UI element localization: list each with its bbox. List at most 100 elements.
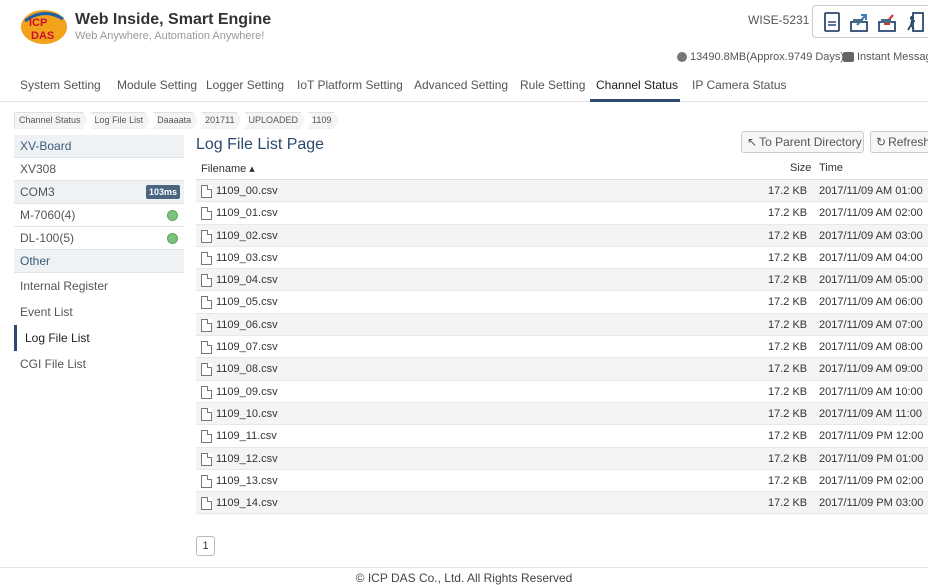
footer: © ICP DAS Co., Ltd. All Rights Reserved (0, 567, 928, 585)
crumb-daaaata[interactable]: Daaaata (153, 112, 198, 129)
file-icon (201, 229, 212, 243)
file-name-link[interactable]: 1109_09.csv (216, 386, 278, 398)
table-row[interactable]: 1109_08.csv 17.2 KB 2017/11/09 AM 09:00 (196, 358, 928, 381)
file-name-link[interactable]: 1109_11.csv (216, 430, 277, 442)
file-name-link[interactable]: 1109_12.csv (216, 453, 278, 465)
table-row[interactable]: 1109_01.csv 17.2 KB 2017/11/09 AM 02:00 (196, 202, 928, 225)
sidebar-item-label: Event List (20, 305, 73, 319)
table-row[interactable]: 1109_00.csv 17.2 KB 2017/11/09 AM 01:00 (196, 180, 928, 203)
file-time: 2017/11/09 AM 06:00 (819, 296, 923, 309)
file-icon (201, 452, 212, 466)
file-name-link[interactable]: 1109_05.csv (216, 296, 278, 308)
sidebar-item-dl100[interactable]: DL-100(5) (14, 227, 184, 250)
table-row[interactable]: 1109_14.csv 17.2 KB 2017/11/09 PM 03:00 (196, 492, 928, 515)
instant-message-link[interactable]: Instant Message (843, 51, 928, 63)
file-name-link[interactable]: 1109_13.csv (216, 475, 278, 487)
response-time-badge: 103ms (145, 185, 180, 199)
nav-logger-setting[interactable]: Logger Setting (206, 78, 284, 92)
nav-system-setting[interactable]: System Setting (20, 78, 101, 92)
nav-channel-status[interactable]: Channel Status (596, 78, 678, 92)
crumb-uploaded[interactable]: UPLOADED (244, 112, 305, 129)
file-size: 17.2 KB (768, 385, 808, 398)
file-time: 2017/11/09 PM 12:00 (819, 430, 924, 443)
status-online-icon (167, 210, 178, 221)
table-row[interactable]: 1109_07.csv 17.2 KB 2017/11/09 AM 08:00 (196, 336, 928, 359)
table-row[interactable]: 1109_04.csv 17.2 KB 2017/11/09 AM 05:00 (196, 269, 928, 292)
file-size: 17.2 KB (768, 452, 808, 465)
sidebar-item-label: Log File List (25, 331, 90, 345)
crumb-201711[interactable]: 201711 (201, 112, 241, 129)
nav-advanced-setting[interactable]: Advanced Setting (414, 78, 508, 92)
nav-rule-setting[interactable]: Rule Setting (520, 78, 585, 92)
file-name-link[interactable]: 1109_14.csv (216, 497, 278, 509)
table-row[interactable]: 1109_06.csv 17.2 KB 2017/11/09 AM 07:00 (196, 313, 928, 337)
file-name-link[interactable]: 1109_02.csv (216, 230, 278, 242)
file-icon (201, 407, 212, 421)
sidebar-item-xv308[interactable]: XV308 (14, 158, 184, 181)
table-row[interactable]: 1109_13.csv 17.2 KB 2017/11/09 PM 02:00 (196, 470, 928, 493)
file-name-link[interactable]: 1109_07.csv (216, 341, 278, 353)
refresh-button[interactable]: ↻ Refresh (870, 131, 928, 153)
file-name-link[interactable]: 1109_01.csv (216, 207, 278, 219)
sidebar-item-cgi-file-list[interactable]: CGI File List (14, 351, 184, 377)
to-parent-directory-button[interactable]: ↖ To Parent Directory (741, 131, 864, 153)
logout-icon[interactable] (905, 11, 927, 33)
file-name-link[interactable]: 1109_08.csv (216, 363, 278, 375)
file-time: 2017/11/09 PM 03:00 (819, 497, 924, 510)
brand-title: Web Inside, Smart Engine (75, 11, 272, 28)
header: ICP DAS Web Inside, Smart Engine Web Any… (0, 0, 928, 68)
file-icon (201, 318, 212, 332)
column-time[interactable]: Time (819, 162, 843, 174)
page-title: Log File List Page (196, 136, 325, 153)
table-row[interactable]: 1109_03.csv 17.2 KB 2017/11/09 AM 04:00 (196, 247, 928, 270)
file-name-link[interactable]: 1109_04.csv (216, 274, 278, 286)
crumb-channel-status[interactable]: Channel Status (14, 112, 88, 129)
upload-icon[interactable] (849, 11, 871, 33)
header-toolbar (812, 5, 928, 38)
nav-module-setting[interactable]: Module Setting (117, 78, 197, 92)
file-size: 17.2 KB (768, 318, 808, 331)
sidebar-item-label: XV308 (20, 162, 57, 176)
sidebar-item-label: DL-100(5) (20, 231, 75, 245)
file-time: 2017/11/09 AM 05:00 (819, 274, 923, 287)
nav-iot-platform-setting[interactable]: IoT Platform Setting (297, 78, 403, 92)
column-size[interactable]: Size (790, 162, 811, 174)
file-name-link[interactable]: 1109_10.csv (216, 408, 278, 420)
sidebar-item-com3[interactable]: COM3 103ms (14, 181, 184, 204)
file-time: 2017/11/09 AM 01:00 (819, 185, 923, 197)
active-tab-indicator (590, 99, 680, 102)
table-row[interactable]: 1109_02.csv 17.2 KB 2017/11/09 AM 03:00 (196, 224, 928, 247)
crumb-log-file-list[interactable]: Log File List (91, 112, 151, 129)
file-icon (201, 185, 212, 198)
file-time: 2017/11/09 AM 11:00 (819, 407, 922, 420)
file-time: 2017/11/09 AM 07:00 (819, 318, 923, 331)
file-icon (201, 274, 212, 288)
column-filename[interactable]: Filename ▴ (201, 162, 255, 175)
file-time: 2017/11/09 AM 04:00 (819, 251, 923, 264)
svg-text:ICP: ICP (29, 17, 47, 29)
table-row[interactable]: 1109_05.csv 17.2 KB 2017/11/09 AM 06:00 (196, 291, 928, 314)
file-name-link[interactable]: 1109_03.csv (216, 252, 278, 264)
sidebar-item-internal-register[interactable]: Internal Register (14, 273, 184, 299)
file-name-link[interactable]: 1109_00.csv (216, 185, 278, 197)
file-time: 2017/11/09 AM 09:00 (819, 363, 923, 376)
nav-ip-camera-status[interactable]: IP Camera Status (692, 78, 787, 92)
sidebar: XV-Board XV308 COM3 103ms M-7060(4) DL-1… (14, 135, 184, 377)
sidebar-item-event-list[interactable]: Event List (14, 299, 184, 325)
file-icon (201, 341, 212, 355)
table-row[interactable]: 1109_09.csv 17.2 KB 2017/11/09 AM 10:00 (196, 381, 928, 403)
document-icon[interactable] (821, 11, 843, 33)
svg-text:DAS: DAS (31, 30, 54, 42)
sidebar-item-log-file-list[interactable]: Log File List (14, 325, 184, 351)
table-row[interactable]: 1109_12.csv 17.2 KB 2017/11/09 PM 01:00 (196, 447, 928, 470)
table-row[interactable]: 1109_11.csv 17.2 KB 2017/11/09 PM 12:00 (196, 425, 928, 448)
sidebar-item-m7060[interactable]: M-7060(4) (14, 204, 184, 227)
download-icon[interactable] (877, 11, 899, 33)
pagination-page-1[interactable]: 1 (196, 536, 215, 556)
table-row[interactable]: 1109_10.csv 17.2 KB 2017/11/09 AM 11:00 (196, 402, 928, 426)
sidebar-group-label: Other (20, 254, 51, 268)
file-name-link[interactable]: 1109_06.csv (216, 319, 278, 331)
file-time: 2017/11/09 AM 08:00 (819, 341, 923, 354)
file-size: 17.2 KB (768, 229, 808, 242)
icpdas-logo: ICP DAS (21, 10, 67, 44)
